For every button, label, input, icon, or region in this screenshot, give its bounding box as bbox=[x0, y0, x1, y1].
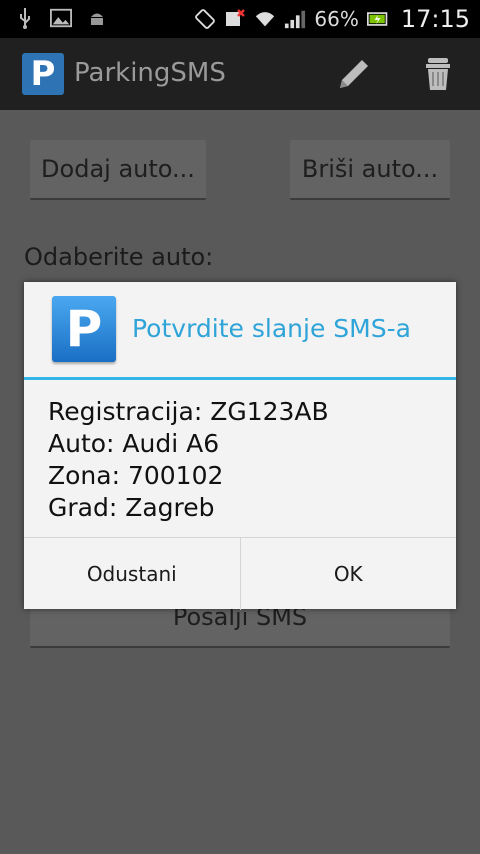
cancel-button[interactable]: Odustani bbox=[24, 538, 240, 610]
dialog-title: Potvrdite slanje SMS-a bbox=[132, 314, 411, 343]
trash-icon[interactable] bbox=[420, 54, 456, 94]
dialog-header: P Potvrdite slanje SMS-a bbox=[24, 282, 456, 378]
usb-icon bbox=[14, 7, 36, 29]
parking-icon: P bbox=[52, 296, 116, 362]
action-bar: P ParkingSMS bbox=[0, 38, 480, 112]
add-car-button[interactable]: Dodaj auto... bbox=[30, 140, 206, 200]
android-icon bbox=[86, 7, 108, 29]
clock: 17:15 bbox=[400, 5, 470, 33]
battery-charging-icon bbox=[366, 8, 389, 30]
image-icon bbox=[50, 7, 72, 29]
status-bar: 66% 17:15 bbox=[0, 0, 480, 38]
dialog-divider bbox=[24, 377, 456, 380]
choose-car-label: Odaberite auto: bbox=[24, 243, 214, 271]
rotate-icon bbox=[194, 8, 216, 30]
delete-car-button[interactable]: Briši auto... bbox=[290, 140, 450, 200]
app-logo-letter: P bbox=[30, 54, 56, 94]
battery-percent: 66% bbox=[314, 7, 359, 31]
confirm-dialog: P Potvrdite slanje SMS-a Registracija: Z… bbox=[24, 282, 456, 610]
ok-button[interactable]: OK bbox=[239, 538, 457, 610]
wifi-icon bbox=[254, 8, 276, 30]
dialog-message: Registracija: ZG123AB Auto: Audi A6 Zona… bbox=[48, 396, 329, 524]
city-line: Grad: Zagreb bbox=[48, 493, 215, 522]
sms-blocked-icon bbox=[224, 8, 246, 30]
edit-icon[interactable] bbox=[334, 54, 374, 94]
car-line: Auto: Audi A6 bbox=[48, 429, 220, 458]
zone-line: Zona: 700102 bbox=[48, 461, 224, 490]
app-logo-icon: P bbox=[22, 53, 64, 95]
signal-icon bbox=[284, 8, 306, 30]
app-title: ParkingSMS bbox=[74, 58, 226, 88]
parking-icon-letter: P bbox=[65, 300, 103, 358]
registration-line: Registracija: ZG123AB bbox=[48, 397, 329, 426]
dialog-buttons: Odustani OK bbox=[24, 537, 456, 610]
